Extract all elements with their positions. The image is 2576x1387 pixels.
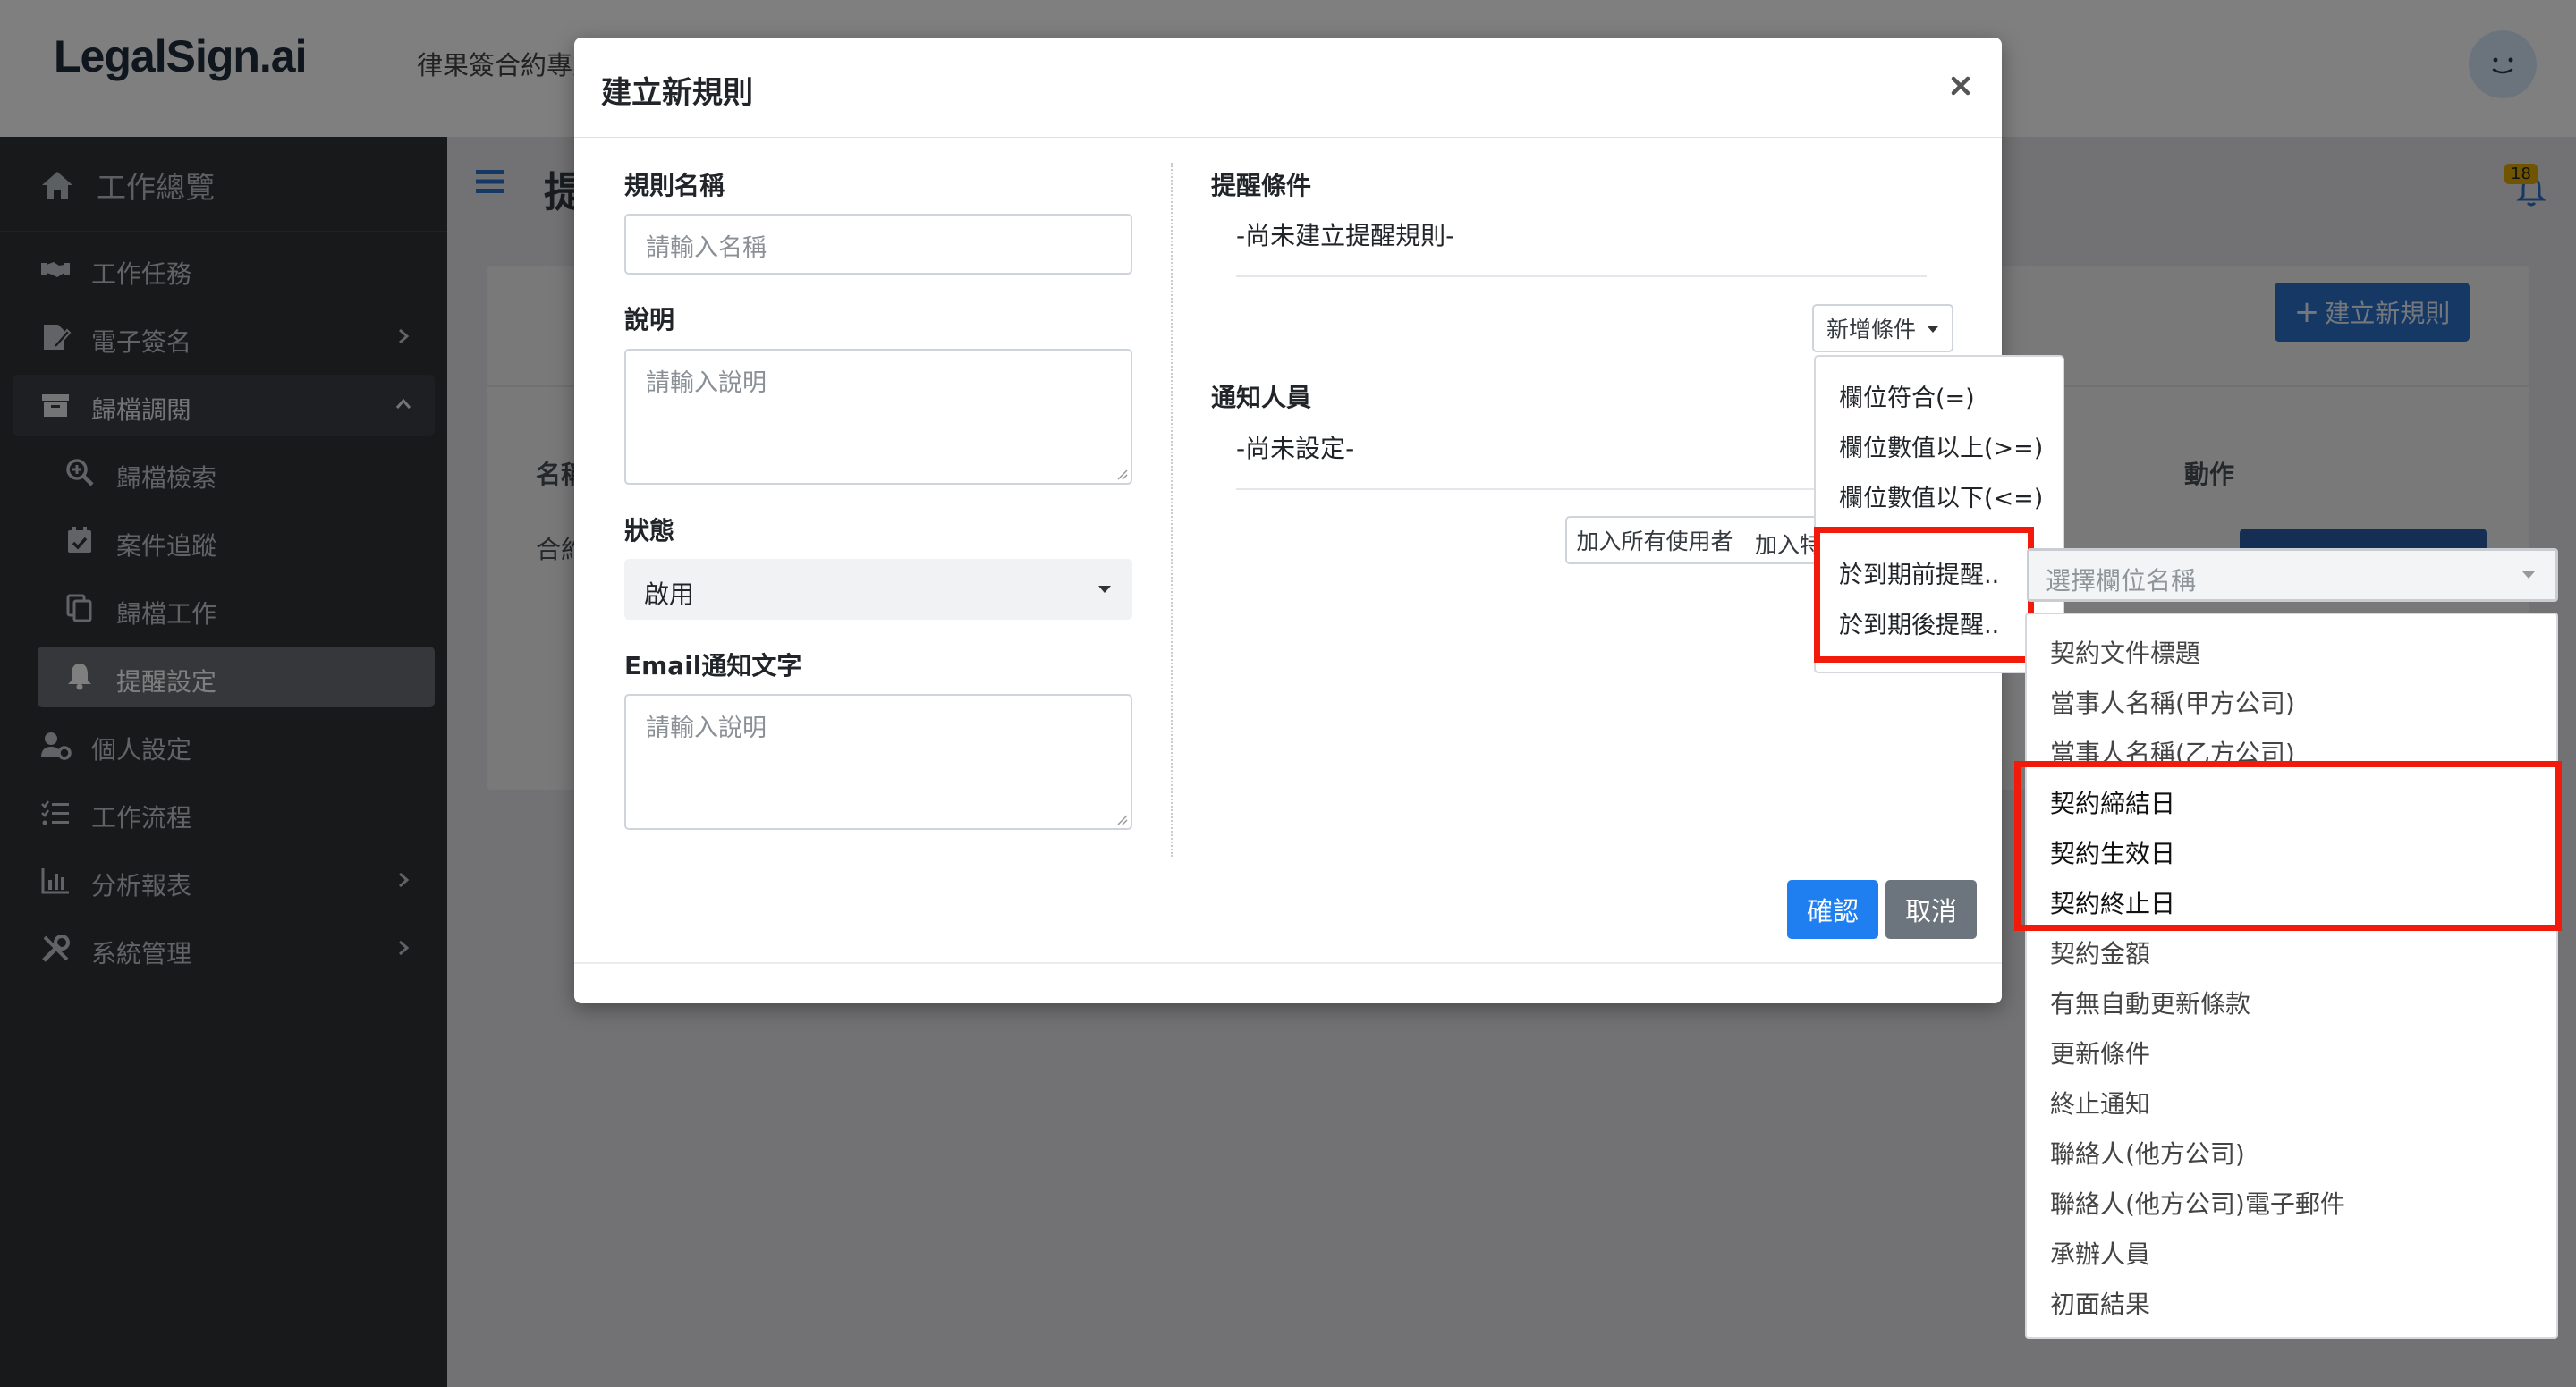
field-option[interactable]: 更新條件 (2050, 1035, 2150, 1070)
field-option[interactable]: 聯絡人(他方公司)電子郵件 (2050, 1185, 2345, 1221)
status-select[interactable]: 啟用 (624, 559, 1132, 620)
status-label: 狀態 (624, 516, 675, 545)
field-option[interactable]: 當事人名稱(甲方公司) (2050, 684, 2295, 720)
resize-handle-icon[interactable] (1114, 811, 1128, 825)
field-option[interactable]: 承辦人員 (2050, 1235, 2150, 1271)
close-icon[interactable] (1941, 66, 1980, 106)
rule-name-label: 規則名稱 (624, 171, 725, 200)
caret-down-icon (1098, 586, 1111, 593)
confirm-button[interactable]: 確認 (1787, 880, 1878, 939)
field-name-select-placeholder: 選擇欄位名稱 (2046, 566, 2197, 596)
description-textarea[interactable]: 請輸入說明 (624, 349, 1132, 485)
field-option[interactable]: 契約金額 (2050, 935, 2150, 970)
email-text-textarea[interactable]: 請輸入說明 (624, 694, 1132, 830)
modal-footer-divider (574, 962, 2002, 964)
condition-option-gte[interactable]: 欄位數值以上(>=) (1839, 428, 2043, 463)
condition-option-equal[interactable]: 欄位符合(=) (1839, 378, 1975, 413)
conditions-divider (1236, 275, 1927, 277)
description-placeholder: 請輸入說明 (646, 369, 767, 397)
modal-title: 建立新規則 (601, 75, 753, 111)
modal-header: 建立新規則 (574, 38, 2002, 138)
email-text-label: Email通知文字 (624, 651, 802, 681)
rule-name-input[interactable]: 請輸入名稱 (624, 214, 1132, 275)
notify-label: 通知人員 (1211, 383, 1312, 412)
field-name-options-list: 契約文件標題 當事人名稱(甲方公司) 當事人名稱(乙方公司) 契約締結日 契約生… (2025, 613, 2558, 1339)
add-condition-button[interactable]: 新增條件 (1812, 304, 1953, 352)
field-option[interactable]: 有無自動更新條款 (2050, 985, 2250, 1020)
resize-handle-icon[interactable] (1114, 466, 1128, 480)
conditions-empty-text: -尚未建立提醒規則- (1236, 221, 1455, 250)
column-separator (1171, 163, 1173, 857)
add-specific-users-button[interactable]: 加入特定 (1742, 516, 1825, 564)
create-rule-modal: 建立新規則 規則名稱 請輸入名稱 說明 請輸入說明 狀態 啟用 Email通知文… (574, 38, 2002, 1003)
status-select-value: 啟用 (644, 579, 695, 609)
field-option[interactable]: 聯絡人(他方公司) (2050, 1135, 2245, 1171)
field-name-select[interactable]: 選擇欄位名稱 (2027, 548, 2558, 602)
field-option[interactable]: 初面結果 (2050, 1285, 2150, 1321)
add-all-users-button[interactable]: 加入所有使用者 (1565, 516, 1744, 564)
caret-down-icon (1928, 326, 1938, 333)
highlight-box-reminder-options (1814, 527, 2034, 663)
notify-empty-text: -尚未設定- (1236, 434, 1355, 463)
conditions-label: 提醒條件 (1211, 171, 1312, 200)
field-option[interactable]: 終止通知 (2050, 1085, 2150, 1121)
add-condition-label: 新增條件 (1826, 317, 1917, 343)
email-text-placeholder: 請輸入說明 (646, 715, 767, 742)
highlight-box-date-fields (2014, 761, 2562, 931)
caret-down-icon (2522, 571, 2535, 579)
field-option[interactable]: 契約文件標題 (2050, 634, 2200, 670)
description-label: 說明 (624, 305, 675, 334)
condition-option-lte[interactable]: 欄位數值以下(<=) (1839, 478, 2043, 513)
cancel-button[interactable]: 取消 (1885, 880, 1977, 939)
